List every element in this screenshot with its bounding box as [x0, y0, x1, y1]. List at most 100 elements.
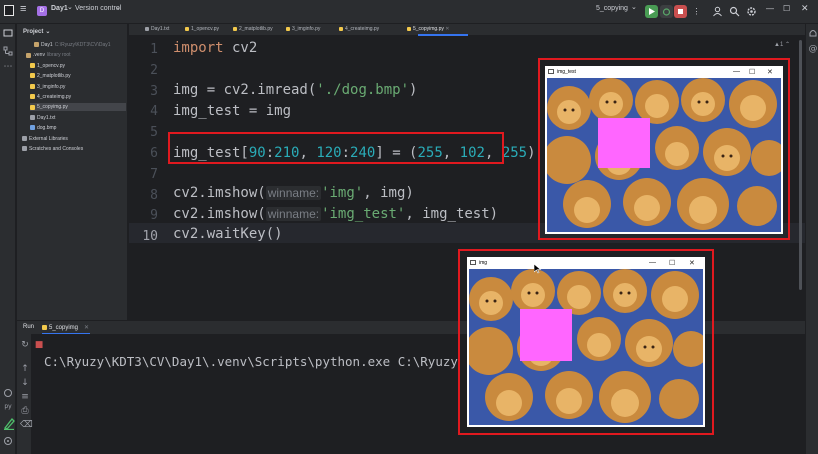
project-tree-item[interactable]: dog.bmp: [30, 124, 56, 132]
python-console-icon[interactable]: py: [3, 402, 13, 412]
line-number: 6: [150, 146, 158, 161]
img-title: img: [479, 260, 488, 266]
tab-label: Day1.txt: [151, 26, 170, 32]
more-actions-icon[interactable]: ⋮: [690, 5, 703, 18]
folder-file-icon: [26, 52, 31, 58]
soft-wrap-icon[interactable]: ≡: [20, 392, 30, 402]
project-tree-item[interactable]: Day1.txt: [30, 114, 55, 122]
project-name-chevron-icon[interactable]: ⌄: [67, 3, 73, 11]
scroll-down-icon[interactable]: ↓: [20, 378, 30, 388]
tab-3[interactable]: 3_imginfo.py: [286, 26, 320, 32]
close-tab-icon[interactable]: ✕: [444, 26, 449, 32]
project-tree-item[interactable]: 3_imginfo.py: [30, 83, 65, 91]
project-tree-label: Day1.txt: [37, 114, 56, 121]
code-line-8[interactable]: cv2.imshow(winname:'img', img): [173, 185, 414, 201]
project-tree-item[interactable]: 4_createimg.py: [30, 93, 71, 101]
project-tree-item[interactable]: 5_copyimg.py: [30, 103, 126, 112]
window-maximize-icon[interactable]: ☐: [783, 4, 790, 13]
maximize-icon[interactable]: ☐: [669, 259, 675, 267]
tab-1[interactable]: 1_opencv.py: [185, 26, 219, 32]
settings-icon[interactable]: [745, 5, 758, 18]
run-output-line: C:\Ryuzy\KDT3\CV\Day1\.venv\Scripts\pyth…: [44, 354, 458, 369]
python-file-icon: [407, 26, 411, 31]
minimize-icon[interactable]: —: [733, 68, 740, 75]
tab-4[interactable]: 4_createimg.py: [339, 26, 379, 32]
img-test-titlebar[interactable]: img_test — ☐ ✕: [545, 66, 783, 78]
vcs-chevron-icon[interactable]: ⌄: [115, 3, 121, 11]
close-icon[interactable]: ✕: [689, 259, 695, 267]
project-name[interactable]: Day1: [51, 5, 68, 12]
minimize-icon[interactable]: —: [649, 259, 656, 266]
param-hint: winname:: [265, 186, 322, 200]
folder-icon[interactable]: [3, 28, 13, 38]
left-tool-strip: ⋯ py: [0, 24, 16, 454]
py-file-icon: [30, 73, 35, 79]
text-file-icon: [145, 26, 149, 31]
project-tree-label: External Libraries: [29, 135, 68, 142]
line-number: 2: [150, 62, 158, 78]
code-line-4[interactable]: img_test = img: [173, 103, 291, 119]
tab-label: 4_createimg.py: [345, 26, 380, 32]
tab-2[interactable]: 2_matplotlib.py: [233, 26, 273, 32]
structure-icon[interactable]: [3, 46, 13, 56]
git-icon[interactable]: [3, 436, 13, 446]
more-icon[interactable]: ⋯: [3, 62, 13, 72]
img-titlebar[interactable]: img — ☐ ✕: [467, 257, 705, 269]
project-tree-item[interactable]: Day1 C:\Ryuzy\KDT3\CV\Day1: [34, 41, 111, 49]
tab-5[interactable]: 5_copyimg.py ✕: [407, 26, 449, 32]
stop-icon[interactable]: [674, 5, 687, 18]
window-app-icon: [548, 69, 554, 74]
project-tree-item[interactable]: .venv library root: [26, 51, 71, 59]
warning-indicator[interactable]: ▲1 ⌃: [774, 41, 790, 48]
project-tree-item[interactable]: External Libraries: [22, 135, 68, 143]
run-icon[interactable]: [645, 5, 658, 18]
tab-label: 1_opencv.py: [191, 26, 219, 32]
code-line-9[interactable]: cv2.imshow(winname:'img_test', img_test): [173, 206, 498, 222]
editor-scrollbar[interactable]: [799, 40, 802, 290]
app-logo-icon: [4, 5, 14, 16]
project-tree-item[interactable]: Scratches and Consoles: [22, 145, 83, 153]
img-window[interactable]: img — ☐ ✕: [467, 257, 705, 427]
services-icon[interactable]: [3, 416, 15, 431]
project-panel-header[interactable]: Project ⌄: [23, 28, 50, 36]
window-minimize-icon[interactable]: —: [766, 4, 774, 13]
code-line-1[interactable]: import cv2: [173, 40, 257, 56]
debug-icon[interactable]: [660, 5, 673, 18]
print-icon[interactable]: ⎙: [20, 406, 30, 416]
rerun-icon[interactable]: ↻: [20, 340, 30, 350]
project-tree-label: .venv: [33, 52, 45, 59]
window-close-icon[interactable]: ✕: [801, 3, 809, 14]
project-tree-label: 1_opencv.py: [37, 62, 65, 69]
run-config-tab[interactable]: 5_copyimg ✕: [42, 324, 89, 331]
run-config-chevron-icon[interactable]: ⌄: [631, 3, 637, 11]
tab-0[interactable]: Day1.txt: [145, 26, 169, 32]
line-number: 9: [150, 208, 158, 224]
mouse-cursor-icon: [533, 259, 542, 278]
maximize-icon[interactable]: ☐: [749, 68, 755, 76]
scroll-up-icon[interactable]: ↑: [20, 364, 30, 374]
run-tab-label[interactable]: Run: [23, 324, 34, 330]
project-tree-item[interactable]: 2_matplotlib.py: [30, 72, 71, 80]
clear-icon[interactable]: ⌫: [20, 420, 33, 430]
code-line-3[interactable]: img = cv2.imread('./dog.bmp'): [173, 82, 417, 98]
py-file-icon: [30, 83, 35, 89]
profile-icon[interactable]: [711, 5, 724, 18]
puppies-picture: [469, 269, 703, 425]
search-icon[interactable]: [728, 5, 741, 18]
main-menu-icon[interactable]: ≡: [20, 3, 26, 15]
ai-assistant-icon[interactable]: @: [808, 44, 818, 54]
close-icon[interactable]: ✕: [767, 68, 773, 76]
pink-filled-region: [520, 309, 572, 361]
notifications-icon[interactable]: [808, 28, 818, 38]
run-config-selector[interactable]: 5_copying: [596, 5, 628, 12]
img-test-window[interactable]: img_test — ☐ ✕: [545, 66, 783, 234]
python-packages-icon[interactable]: [3, 388, 13, 398]
pink-filled-region: [598, 118, 650, 168]
project-tree-item[interactable]: 1_opencv.py: [30, 62, 65, 70]
title-bar: ≡ D Day1 ⌄ Version control ⌄ 5_copying ⌄…: [0, 0, 818, 24]
code-line-10[interactable]: cv2.waitKey(): [173, 226, 283, 242]
project-badge[interactable]: D: [37, 6, 47, 16]
library-root-label: library root: [46, 52, 71, 59]
project-tree-label: Day1: [41, 42, 53, 48]
stop-run-icon[interactable]: ■: [34, 340, 44, 350]
